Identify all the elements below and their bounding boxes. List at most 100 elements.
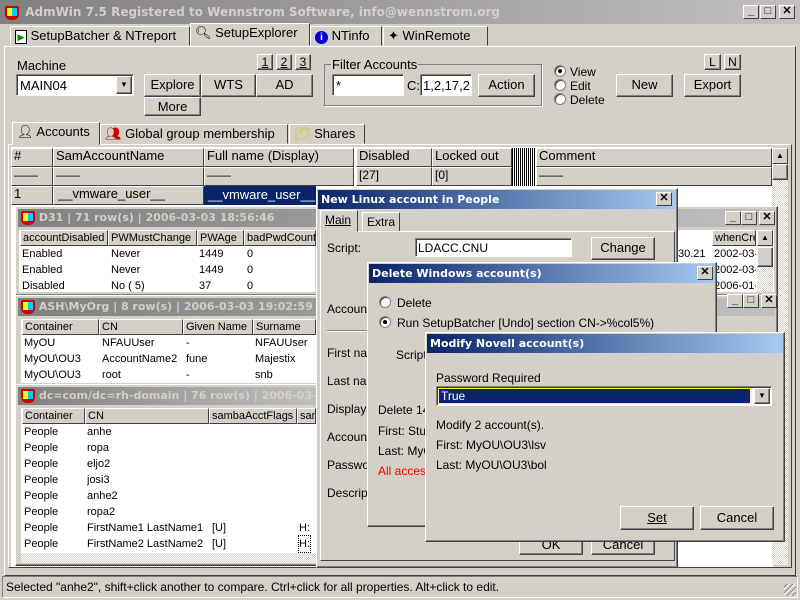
tab-global-group-membership[interactable]: 👥︎ Global group membership bbox=[100, 124, 288, 144]
table-cell[interactable]: 0 bbox=[247, 278, 253, 294]
tab-winremote[interactable]: ✦ WinRemote bbox=[383, 26, 488, 46]
table-cell[interactable]: anhe bbox=[87, 424, 111, 440]
filter-cell[interactable]: [27] bbox=[356, 167, 432, 186]
table-cell[interactable]: Enabled bbox=[22, 262, 62, 278]
view-radio[interactable] bbox=[554, 65, 566, 77]
action-button[interactable]: Action bbox=[478, 74, 535, 97]
wts-button[interactable]: WTS bbox=[201, 74, 256, 97]
table-cell[interactable]: [U] bbox=[212, 536, 226, 552]
modify-novell-title-bar[interactable]: Modify Novell account(s) bbox=[427, 334, 783, 353]
view-radio-label[interactable]: View bbox=[570, 65, 596, 79]
delete-radio-label[interactable]: Delete bbox=[570, 93, 605, 107]
table-cell[interactable]: FirstName1 LastName1 bbox=[87, 520, 203, 536]
table-cell[interactable]: - bbox=[186, 335, 190, 351]
script-input[interactable]: LDACC.CNU bbox=[415, 238, 572, 257]
table-cell[interactable]: 2002-03- bbox=[714, 246, 756, 262]
table-cell[interactable]: H: bbox=[299, 520, 310, 536]
ash-maximize-button[interactable]: □ bbox=[743, 294, 759, 308]
table-cell[interactable]: MyOU\OU3 bbox=[24, 351, 81, 367]
col-header-whencreated[interactable]: whenCre bbox=[712, 230, 756, 246]
col-header[interactable]: badPwdCount bbox=[244, 230, 316, 246]
tab-shares[interactable]: 📁︎ Shares bbox=[289, 124, 365, 144]
table-cell[interactable]: People bbox=[24, 456, 58, 472]
filter-cell[interactable]: [0] bbox=[432, 167, 512, 186]
col-header[interactable]: CN bbox=[99, 319, 183, 335]
table-cell[interactable]: eljo2 bbox=[87, 456, 110, 472]
filter-cell[interactable]: —— bbox=[536, 167, 772, 186]
filter-cell[interactable]: —— bbox=[53, 167, 204, 186]
machine-combobox[interactable]: MAIN04 ▼ bbox=[16, 74, 134, 96]
table-cell[interactable]: josi3 bbox=[87, 472, 110, 488]
scroll-up-button[interactable]: ▲ bbox=[757, 230, 773, 246]
table-cell[interactable]: NFAUUser bbox=[102, 335, 155, 351]
col-header-samaccountname[interactable]: SamAccountName bbox=[53, 148, 204, 167]
tab-ntinfo[interactable]: i NTinfo bbox=[310, 26, 382, 46]
run-setupbatcher-label[interactable]: Run SetupBatcher [Undo] section CN->%col… bbox=[397, 316, 654, 330]
col-header-fullname[interactable]: Full name (Display) bbox=[204, 148, 354, 167]
col-header[interactable]: sambaAcctFlags bbox=[209, 408, 297, 424]
col-header[interactable]: CN bbox=[85, 408, 209, 424]
table-cell[interactable]: [U] bbox=[212, 520, 226, 536]
col-header[interactable]: Given Name bbox=[183, 319, 253, 335]
table-cell[interactable]: 0 bbox=[247, 262, 253, 278]
table-cell[interactable]: MyOU bbox=[24, 335, 55, 351]
table-cell[interactable]: People bbox=[24, 440, 58, 456]
table-cell[interactable]: Majestix bbox=[255, 351, 295, 367]
table-cell[interactable]: People bbox=[24, 424, 58, 440]
delete-radio[interactable] bbox=[554, 93, 566, 105]
dc-title-bar[interactable]: dc=com/dc=rh-domain | 76 row(s) | 2006-0… bbox=[18, 387, 322, 405]
table-cell[interactable]: 2006-01- bbox=[714, 278, 756, 294]
change-button[interactable]: Change bbox=[591, 237, 655, 260]
new-linux-title-bar[interactable]: New Linux account in People bbox=[318, 190, 676, 209]
ad-button[interactable]: AD bbox=[256, 74, 313, 97]
delete-windows-title-bar[interactable]: Delete Windows account(s) bbox=[369, 264, 715, 283]
table-cell[interactable]: anhe2 bbox=[87, 488, 118, 504]
table-cell[interactable]: - bbox=[186, 367, 190, 383]
n-button[interactable]: N bbox=[724, 54, 741, 70]
preset-3-button[interactable]: 3 bbox=[295, 54, 311, 70]
close-button[interactable]: ✕ bbox=[779, 5, 795, 19]
delete-windows-close-button[interactable]: ✕ bbox=[697, 266, 713, 280]
table-cell[interactable]: ropa bbox=[87, 440, 109, 456]
columns-input[interactable]: 1,2,17,2 bbox=[420, 74, 472, 96]
table-cell[interactable]: root bbox=[102, 367, 121, 383]
col-header[interactable]: Surname bbox=[253, 319, 316, 335]
col-header[interactable]: sam bbox=[297, 408, 316, 424]
d31-maximize-button[interactable]: □ bbox=[741, 211, 757, 225]
scroll-thumb[interactable] bbox=[772, 164, 788, 180]
table-cell[interactable]: People bbox=[24, 536, 58, 552]
delete-option-label[interactable]: Delete bbox=[397, 296, 432, 310]
table-cell[interactable]: 1449 bbox=[199, 262, 223, 278]
row-number[interactable]: 1 bbox=[11, 186, 53, 205]
scroll-up-button[interactable]: ▲ bbox=[772, 148, 788, 164]
set-button[interactable]: Set bbox=[620, 506, 694, 530]
table-cell[interactable]: FirstName2 LastName2 bbox=[87, 536, 203, 552]
table-cell[interactable]: 0 bbox=[247, 246, 253, 262]
table-cell[interactable]: Never bbox=[111, 246, 140, 262]
new-button[interactable]: New bbox=[616, 74, 673, 97]
table-cell[interactable]: 30.21 bbox=[678, 246, 706, 262]
table-cell[interactable]: 37 bbox=[199, 278, 211, 294]
chevron-down-icon[interactable]: ▼ bbox=[116, 76, 132, 94]
ash-close-button[interactable]: ✕ bbox=[761, 294, 777, 308]
table-cell[interactable]: fune bbox=[186, 351, 207, 367]
preset-2-button[interactable]: 2 bbox=[276, 54, 292, 70]
table-cell[interactable]: MyOU\OU3 bbox=[24, 367, 81, 383]
col-header-locked-out[interactable]: Locked out bbox=[432, 148, 512, 167]
tab-accounts[interactable]: 👤︎ Accounts bbox=[12, 122, 100, 145]
table-cell[interactable]: No ( 5) bbox=[111, 278, 145, 294]
col-header-num[interactable]: # bbox=[11, 148, 53, 167]
l-button[interactable]: L bbox=[704, 54, 721, 70]
password-required-select[interactable]: True ▼ bbox=[436, 386, 772, 406]
cell-samaccountname[interactable]: __vmware_user__ bbox=[53, 186, 204, 205]
table-cell[interactable]: People bbox=[24, 488, 58, 504]
resize-grip-icon[interactable] bbox=[784, 584, 796, 596]
table-cell[interactable]: Enabled bbox=[22, 246, 62, 262]
preset-1-button[interactable]: 1 bbox=[257, 54, 273, 70]
filter-cell[interactable]: —— bbox=[11, 167, 53, 186]
d31-close-button[interactable]: ✕ bbox=[759, 211, 775, 225]
maximize-button[interactable]: □ bbox=[760, 5, 776, 19]
col-header-comment[interactable]: Comment bbox=[536, 148, 772, 167]
edit-radio-label[interactable]: Edit bbox=[570, 79, 591, 93]
table-cell[interactable]: ropa2 bbox=[87, 504, 115, 520]
